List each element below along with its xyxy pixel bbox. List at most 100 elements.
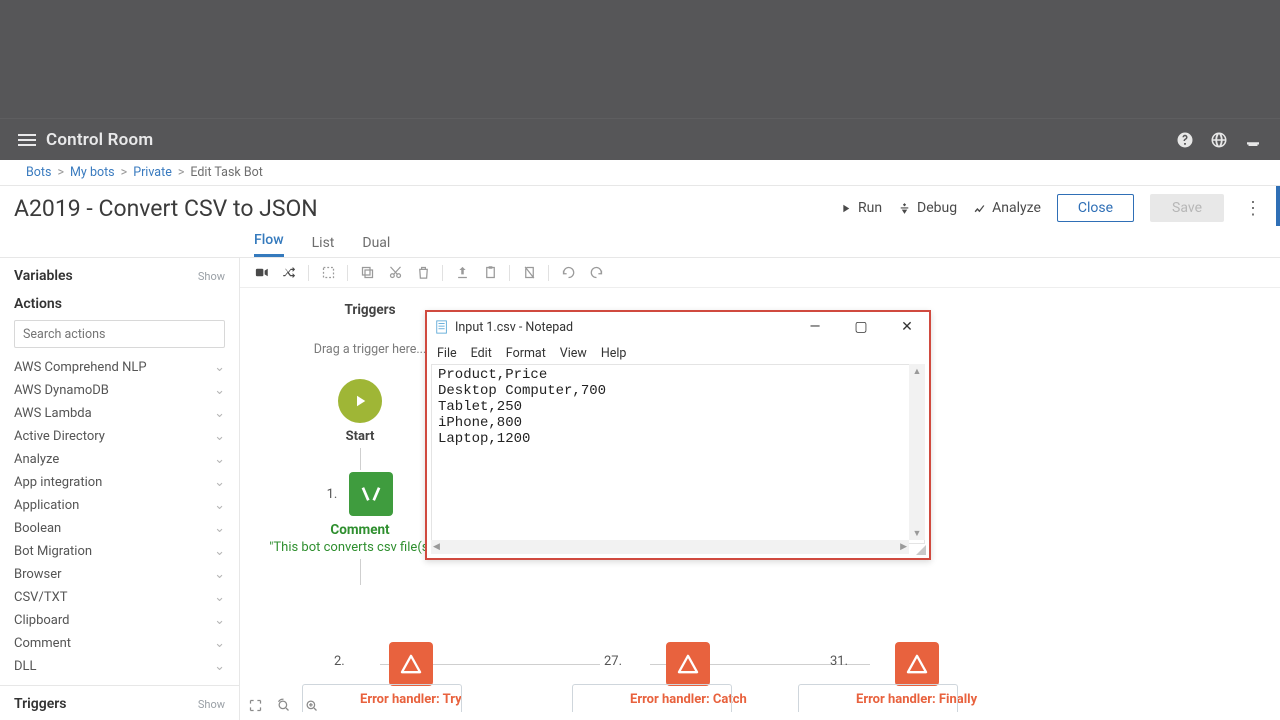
error-frame [572,684,732,712]
undo-icon[interactable] [559,264,577,282]
chevron-down-icon: ⌄ [214,360,225,375]
paste-icon[interactable] [481,264,499,282]
action-item[interactable]: Active Directory⌄ [0,425,239,448]
error-node[interactable]: 2.Error handler: Try [360,642,462,707]
action-item[interactable]: Application ⌄ [0,494,239,517]
cut-icon[interactable] [386,264,404,282]
disable-icon[interactable] [520,264,538,282]
action-item[interactable]: Clipboard ⌄ [0,609,239,632]
record-icon[interactable] [252,264,270,282]
resize-grip-icon[interactable] [913,542,927,556]
run-button[interactable]: Run [839,200,882,216]
play-icon [338,379,382,423]
maximize-icon[interactable]: ▢ [847,320,875,334]
chevron-down-icon: ⌄ [214,475,225,490]
action-item[interactable]: CSV/TXT⌄ [0,586,239,609]
action-item-label: DLL [14,659,37,674]
action-item[interactable]: AWS Comprehend NLP ⌄ [0,356,239,379]
menu-view[interactable]: View [560,346,587,361]
search-actions-wrap [0,320,239,356]
action-item-label: Application [14,498,79,513]
snap-icon[interactable] [319,264,337,282]
delete-icon[interactable] [414,264,432,282]
notepad-window[interactable]: Input 1.csv - Notepad — ▢ ✕ File Edit Fo… [425,310,931,560]
start-label: Start [346,429,375,444]
chevron-down-icon: ⌄ [214,383,225,398]
chevron-down-icon: ⌄ [214,613,225,628]
action-item[interactable]: Boolean⌄ [0,517,239,540]
menu-edit[interactable]: Edit [471,346,492,361]
chevron-down-icon: ⌄ [214,452,225,467]
menu-icon[interactable] [18,134,36,146]
crumb-mybots[interactable]: My bots [70,165,115,180]
menu-help[interactable]: Help [601,346,627,361]
variables-show-link[interactable]: Show [198,270,225,283]
action-item[interactable]: AWS Lambda⌄ [0,402,239,425]
action-item[interactable]: Bot Migration⌄ [0,540,239,563]
debug-label: Debug [917,200,957,216]
chevron-down-icon: ⌄ [214,498,225,513]
crumb-private[interactable]: Private [133,165,172,180]
triggers-panel-head: Triggers Show [0,685,239,720]
triggers-show-link[interactable]: Show [198,698,225,711]
window-chrome-dark-band: Control Room [0,0,1280,160]
action-item[interactable]: DLL⌄ [0,655,239,678]
action-item[interactable]: Browser⌄ [0,563,239,586]
help-icon[interactable] [1176,131,1194,149]
analyze-button[interactable]: Analyze [973,200,1041,216]
notepad-titlebar[interactable]: Input 1.csv - Notepad — ▢ ✕ [427,312,929,342]
action-item-label: Bot Migration [14,544,92,559]
action-item-label: CSV/TXT [14,590,68,605]
chevron-down-icon: ⌄ [214,429,225,444]
debug-button[interactable]: Debug [898,200,957,216]
comment-title: Comment [330,522,389,538]
action-item-label: AWS Comprehend NLP [14,360,147,375]
tab-list[interactable]: List [312,235,335,257]
tab-dual[interactable]: Dual [362,235,390,257]
zoom-in-icon[interactable] [302,696,320,714]
shuffle-icon[interactable] [280,264,298,282]
close-button[interactable]: Close [1057,194,1134,222]
action-list[interactable]: AWS Comprehend NLP⌄AWS DynamoDB⌄AWS Lamb… [0,356,239,685]
error-frame [302,684,462,712]
zoom-controls [246,696,320,714]
search-actions-input[interactable] [14,320,225,348]
crumb-bots[interactable]: Bots [26,165,51,180]
action-item[interactable]: Analyze⌄ [0,448,239,471]
header-actions: Run Debug Analyze Close Save ⋮ [839,194,1266,222]
notepad-app-icon [435,320,449,334]
action-item[interactable]: Comment⌄ [0,632,239,655]
right-edge-handle[interactable] [1276,186,1280,226]
redo-icon[interactable] [587,264,605,282]
chevron-down-icon: ⌄ [214,521,225,536]
action-item[interactable]: App integration⌄ [0,471,239,494]
globe-icon[interactable] [1210,131,1228,149]
view-tabs: Flow List Dual [0,230,1280,258]
fit-icon[interactable] [246,696,264,714]
copy-icon[interactable] [358,264,376,282]
menu-file[interactable]: File [437,346,457,361]
close-icon[interactable]: ✕ [893,320,921,334]
notepad-title-text: Input 1.csv - Notepad [455,320,573,335]
action-item-label: Clipboard [14,613,70,628]
upload-icon[interactable] [453,264,471,282]
minimize-icon[interactable]: — [801,320,829,334]
action-item[interactable]: AWS DynamoDB⌄ [0,379,239,402]
window-controls: — ▢ ✕ [801,320,921,334]
warning-icon [666,642,710,686]
user-icon[interactable] [1244,131,1262,149]
scrollbar-horizontal[interactable]: ◀▶ [431,540,909,554]
variables-panel-head: Variables Show [0,258,239,292]
tab-flow[interactable]: Flow [254,232,284,257]
save-button[interactable]: Save [1150,194,1224,222]
menu-format[interactable]: Format [506,346,546,361]
more-menu-icon[interactable]: ⋮ [1240,198,1266,219]
error-node[interactable]: 27.Error handler: Catch [630,642,747,707]
notepad-text-area[interactable]: Product,Price Desktop Computer,700 Table… [431,364,925,544]
zoom-reset-icon[interactable] [274,696,292,714]
warning-icon [895,642,939,686]
chevron-down-icon: ⌄ [214,406,225,421]
action-item-label: Comment [14,636,71,651]
scrollbar-vertical[interactable]: ▲▼ [909,364,925,540]
error-node[interactable]: 31.Error handler: Finally [856,642,977,707]
